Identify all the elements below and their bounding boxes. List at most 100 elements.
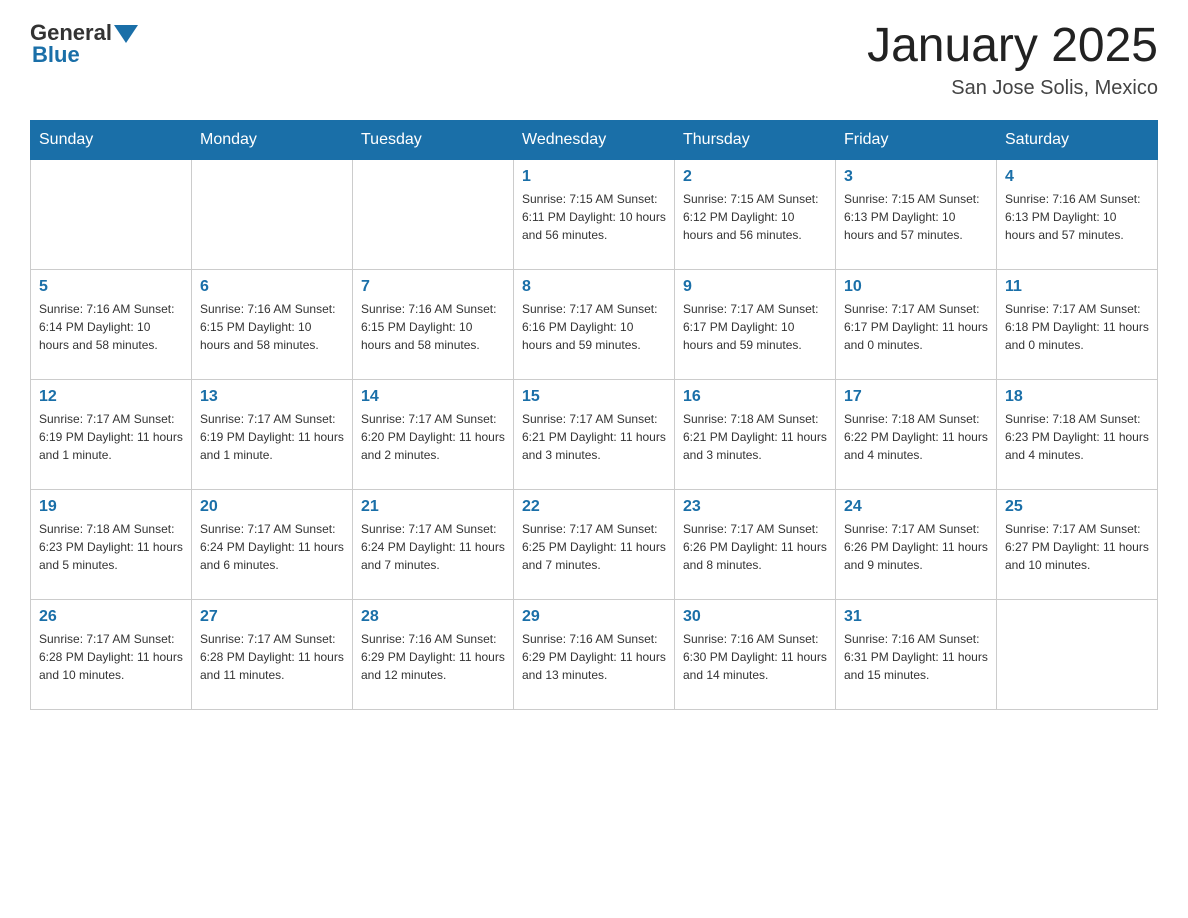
- calendar-header-row: SundayMondayTuesdayWednesdayThursdayFrid…: [31, 120, 1158, 159]
- calendar-cell: 27 Sunrise: 7:17 AM Sunset: 6:28 PM Dayli…: [192, 599, 353, 709]
- day-info: Sunrise: 7:15 AM Sunset: 6:12 PM Dayligh…: [683, 190, 827, 244]
- day-of-week-header: Sunday: [31, 120, 192, 159]
- day-number: 1: [522, 168, 666, 186]
- day-info: Sunrise: 7:17 AM Sunset: 6:16 PM Dayligh…: [522, 300, 666, 354]
- day-info: Sunrise: 7:17 AM Sunset: 6:17 PM Dayligh…: [844, 300, 988, 354]
- title-block: January 2025 San Jose Solis, Mexico: [867, 20, 1158, 100]
- calendar-week-row: 12 Sunrise: 7:17 AM Sunset: 6:19 PM Dayli…: [31, 379, 1158, 489]
- day-number: 10: [844, 278, 988, 296]
- calendar-cell: 6 Sunrise: 7:16 AM Sunset: 6:15 PM Daylig…: [192, 269, 353, 379]
- day-info: Sunrise: 7:17 AM Sunset: 6:24 PM Dayligh…: [200, 520, 344, 574]
- calendar-cell: 29Sunrise: 7:16 AM Sunset: 6:29 PM Dayli…: [514, 599, 675, 709]
- day-number: 9: [683, 278, 827, 296]
- calendar-cell: 2 Sunrise: 7:15 AM Sunset: 6:12 PM Daylig…: [675, 159, 836, 269]
- day-info: Sunrise: 7:17 AM Sunset: 6:18 PM Dayligh…: [1005, 300, 1149, 354]
- calendar-cell: [192, 159, 353, 269]
- day-info: Sunrise: 7:17 AM Sunset: 6:27 PM Dayligh…: [1005, 520, 1149, 574]
- calendar-cell: 8 Sunrise: 7:17 AM Sunset: 6:16 PM Daylig…: [514, 269, 675, 379]
- calendar-cell: 14 Sunrise: 7:17 AM Sunset: 6:20 PM Dayli…: [353, 379, 514, 489]
- day-info: Sunrise: 7:17 AM Sunset: 6:19 PM Dayligh…: [39, 410, 183, 464]
- logo-icon: [114, 21, 138, 45]
- day-number: 25: [1005, 498, 1149, 516]
- calendar-cell: 23 Sunrise: 7:17 AM Sunset: 6:26 PM Dayli…: [675, 489, 836, 599]
- day-info: Sunrise: 7:18 AM Sunset: 6:23 PM Dayligh…: [39, 520, 183, 574]
- location-subtitle: San Jose Solis, Mexico: [867, 77, 1158, 100]
- calendar-cell: 31Sunrise: 7:16 AM Sunset: 6:31 PM Dayli…: [836, 599, 997, 709]
- day-number: 28: [361, 608, 505, 626]
- calendar-week-row: 19 Sunrise: 7:18 AM Sunset: 6:23 PM Dayli…: [31, 489, 1158, 599]
- day-info: Sunrise: 7:17 AM Sunset: 6:25 PM Dayligh…: [522, 520, 666, 574]
- calendar-cell: 20 Sunrise: 7:17 AM Sunset: 6:24 PM Dayli…: [192, 489, 353, 599]
- day-of-week-header: Friday: [836, 120, 997, 159]
- day-info: Sunrise: 7:18 AM Sunset: 6:21 PM Dayligh…: [683, 410, 827, 464]
- calendar-cell: [31, 159, 192, 269]
- day-info: Sunrise: 7:17 AM Sunset: 6:26 PM Dayligh…: [844, 520, 988, 574]
- day-info: Sunrise: 7:17 AM Sunset: 6:24 PM Dayligh…: [361, 520, 505, 574]
- calendar-cell: 18Sunrise: 7:18 AM Sunset: 6:23 PM Dayli…: [997, 379, 1158, 489]
- calendar-cell: 15 Sunrise: 7:17 AM Sunset: 6:21 PM Dayli…: [514, 379, 675, 489]
- day-number: 3: [844, 168, 988, 186]
- day-of-week-header: Monday: [192, 120, 353, 159]
- calendar-cell: 30 Sunrise: 7:16 AM Sunset: 6:30 PM Dayli…: [675, 599, 836, 709]
- day-number: 12: [39, 388, 183, 406]
- day-number: 16: [683, 388, 827, 406]
- day-number: 29: [522, 608, 666, 626]
- day-info: Sunrise: 7:15 AM Sunset: 6:13 PM Dayligh…: [844, 190, 988, 244]
- day-info: Sunrise: 7:16 AM Sunset: 6:15 PM Dayligh…: [200, 300, 344, 354]
- day-info: Sunrise: 7:18 AM Sunset: 6:23 PM Dayligh…: [1005, 410, 1149, 464]
- day-number: 14: [361, 388, 505, 406]
- day-number: 19: [39, 498, 183, 516]
- calendar-cell: 9 Sunrise: 7:17 AM Sunset: 6:17 PM Daylig…: [675, 269, 836, 379]
- day-info: Sunrise: 7:17 AM Sunset: 6:28 PM Dayligh…: [200, 630, 344, 684]
- day-info: Sunrise: 7:16 AM Sunset: 6:14 PM Dayligh…: [39, 300, 183, 354]
- calendar-cell: 24 Sunrise: 7:17 AM Sunset: 6:26 PM Dayli…: [836, 489, 997, 599]
- day-number: 8: [522, 278, 666, 296]
- day-number: 5: [39, 278, 183, 296]
- calendar-cell: [997, 599, 1158, 709]
- day-number: 20: [200, 498, 344, 516]
- day-number: 22: [522, 498, 666, 516]
- day-of-week-header: Saturday: [997, 120, 1158, 159]
- day-info: Sunrise: 7:17 AM Sunset: 6:20 PM Dayligh…: [361, 410, 505, 464]
- calendar-cell: 16 Sunrise: 7:18 AM Sunset: 6:21 PM Dayli…: [675, 379, 836, 489]
- day-number: 13: [200, 388, 344, 406]
- day-number: 15: [522, 388, 666, 406]
- calendar-cell: 25 Sunrise: 7:17 AM Sunset: 6:27 PM Dayli…: [997, 489, 1158, 599]
- day-info: Sunrise: 7:17 AM Sunset: 6:17 PM Dayligh…: [683, 300, 827, 354]
- calendar-cell: 5 Sunrise: 7:16 AM Sunset: 6:14 PM Daylig…: [31, 269, 192, 379]
- calendar-cell: 4Sunrise: 7:16 AM Sunset: 6:13 PM Daylig…: [997, 159, 1158, 269]
- month-year-title: January 2025: [867, 20, 1158, 73]
- logo-text-blue: Blue: [32, 42, 80, 68]
- day-number: 11: [1005, 278, 1149, 296]
- day-number: 27: [200, 608, 344, 626]
- day-info: Sunrise: 7:16 AM Sunset: 6:29 PM Dayligh…: [361, 630, 505, 684]
- calendar-week-row: 26Sunrise: 7:17 AM Sunset: 6:28 PM Dayli…: [31, 599, 1158, 709]
- calendar-table: SundayMondayTuesdayWednesdayThursdayFrid…: [30, 120, 1158, 710]
- day-number: 24: [844, 498, 988, 516]
- day-number: 31: [844, 608, 988, 626]
- calendar-cell: 11 Sunrise: 7:17 AM Sunset: 6:18 PM Dayli…: [997, 269, 1158, 379]
- calendar-cell: 7Sunrise: 7:16 AM Sunset: 6:15 PM Daylig…: [353, 269, 514, 379]
- day-of-week-header: Wednesday: [514, 120, 675, 159]
- day-number: 23: [683, 498, 827, 516]
- day-number: 30: [683, 608, 827, 626]
- day-info: Sunrise: 7:17 AM Sunset: 6:26 PM Dayligh…: [683, 520, 827, 574]
- calendar-cell: 28 Sunrise: 7:16 AM Sunset: 6:29 PM Dayli…: [353, 599, 514, 709]
- day-number: 2: [683, 168, 827, 186]
- calendar-cell: 21 Sunrise: 7:17 AM Sunset: 6:24 PM Dayli…: [353, 489, 514, 599]
- day-info: Sunrise: 7:16 AM Sunset: 6:30 PM Dayligh…: [683, 630, 827, 684]
- day-number: 6: [200, 278, 344, 296]
- calendar-cell: 12 Sunrise: 7:17 AM Sunset: 6:19 PM Dayli…: [31, 379, 192, 489]
- day-number: 17: [844, 388, 988, 406]
- calendar-cell: 19 Sunrise: 7:18 AM Sunset: 6:23 PM Dayli…: [31, 489, 192, 599]
- calendar-cell: 3 Sunrise: 7:15 AM Sunset: 6:13 PM Daylig…: [836, 159, 997, 269]
- calendar-week-row: 5 Sunrise: 7:16 AM Sunset: 6:14 PM Daylig…: [31, 269, 1158, 379]
- day-of-week-header: Tuesday: [353, 120, 514, 159]
- day-number: 21: [361, 498, 505, 516]
- day-info: Sunrise: 7:17 AM Sunset: 6:19 PM Dayligh…: [200, 410, 344, 464]
- calendar-cell: 1Sunrise: 7:15 AM Sunset: 6:11 PM Daylig…: [514, 159, 675, 269]
- day-info: Sunrise: 7:17 AM Sunset: 6:28 PM Dayligh…: [39, 630, 183, 684]
- day-info: Sunrise: 7:17 AM Sunset: 6:21 PM Dayligh…: [522, 410, 666, 464]
- day-number: 4: [1005, 168, 1149, 186]
- calendar-cell: 10 Sunrise: 7:17 AM Sunset: 6:17 PM Dayli…: [836, 269, 997, 379]
